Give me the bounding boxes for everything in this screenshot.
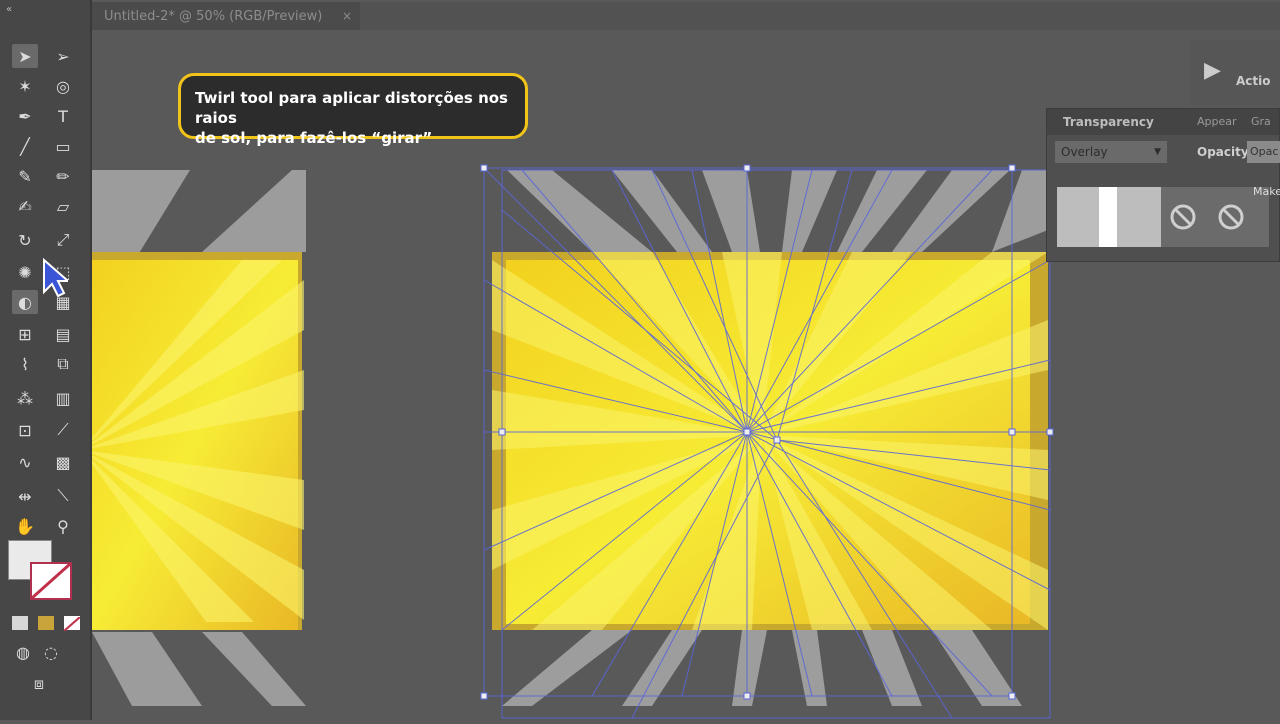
mask-thumbnails: [1057, 187, 1269, 247]
shape-builder-tool-icon[interactable]: ◐: [12, 290, 38, 314]
draw-mode-icon[interactable]: ◍: [10, 640, 36, 664]
callout-line-2: de sol, para fazê-los “girar”: [195, 129, 433, 147]
left-sunburst: [88, 252, 304, 630]
thumbnail-highlight: [1099, 187, 1117, 247]
document-title: Untitled-2* @ 50% (RGB/Preview): [104, 8, 323, 24]
blend-mode-select[interactable]: Overlay ▼: [1055, 141, 1167, 163]
direct-selection-tool-icon[interactable]: ➢: [50, 44, 76, 68]
mesh-tool-icon[interactable]: ⊞: [12, 322, 38, 346]
pencil-tool-icon[interactable]: ✏: [50, 164, 76, 188]
tab-appearance[interactable]: Appear: [1197, 115, 1237, 128]
color-mode-icon[interactable]: [12, 616, 28, 630]
cursor-icon: [43, 258, 68, 298]
screen-mode-icon[interactable]: ⧈: [26, 672, 52, 696]
magic-wand-tool-icon[interactable]: ✶: [12, 74, 38, 98]
artboard-tool-icon[interactable]: ⊡: [12, 418, 38, 442]
zoom-tool-icon[interactable]: ⚲: [50, 514, 76, 538]
selection-tool-icon[interactable]: ➤: [12, 44, 38, 68]
rectangle-tool-icon[interactable]: ▭: [50, 134, 76, 158]
collapse-icon[interactable]: «: [6, 4, 12, 15]
blob-brush-tool-icon[interactable]: ✍: [12, 194, 38, 218]
opacity-label: Opacity:: [1197, 145, 1254, 159]
draw-behind-icon[interactable]: ◌: [38, 640, 64, 664]
none-stroke-icon: [30, 562, 72, 600]
no-mask-icon: [1170, 204, 1196, 230]
type-tool-icon[interactable]: T: [50, 104, 76, 128]
eraser-tool-icon[interactable]: ▱: [50, 194, 76, 218]
blend-mode-value: Overlay: [1061, 145, 1108, 159]
gradient-tool-icon[interactable]: ▤: [50, 322, 76, 346]
tab-graphic-styles[interactable]: Gra: [1251, 115, 1271, 128]
lasso-tool-icon[interactable]: ◎: [50, 74, 76, 98]
twirl-tool-icon[interactable]: ✺: [12, 260, 38, 284]
slice-tool-icon[interactable]: ⟋: [50, 418, 76, 442]
rotate-tool-icon[interactable]: ↻: [12, 228, 38, 252]
stroke-swatch[interactable]: [30, 562, 72, 600]
blend-tool-icon[interactable]: ⧉: [50, 352, 76, 376]
tab-strip: [360, 2, 1280, 30]
tools-panel: « ➤ ➢ ✶ ◎ ✒ T ╱ ▭ ✎ ✏ ✍ ▱ ↻ ⤢ ✺ ⬚ ◐ ▦ ⊞ …: [0, 0, 92, 720]
no-mask-icon: [1218, 204, 1244, 230]
actions-tab[interactable]: Actio: [1236, 74, 1271, 88]
scale-tool-icon[interactable]: ⤢: [50, 228, 76, 252]
make-mask-button[interactable]: Make: [1253, 185, 1280, 198]
callout-line-1: Twirl tool para aplicar distorções nos r…: [195, 89, 508, 127]
symbol-sprayer-tool-icon[interactable]: ⁂: [12, 386, 38, 410]
chevron-down-icon: ▼: [1154, 147, 1161, 157]
play-icon[interactable]: ▶: [1204, 58, 1221, 83]
opacity-input[interactable]: Opac: [1247, 141, 1280, 163]
close-icon[interactable]: ×: [342, 9, 352, 23]
paintbrush-tool-icon[interactable]: ✎: [12, 164, 38, 188]
gradient-mode-icon[interactable]: [38, 616, 54, 630]
width-tool-icon[interactable]: ⇹: [12, 484, 38, 508]
tab-transparency[interactable]: Transparency: [1063, 115, 1154, 129]
actions-dock: ▶ Actio: [1190, 40, 1280, 106]
transparency-panel: Transparency Appear Gra Overlay ▼ Opacit…: [1046, 108, 1280, 262]
live-paint-tool-icon[interactable]: ▩: [50, 450, 76, 474]
pen-tool-icon[interactable]: ✒: [12, 104, 38, 128]
document-tab[interactable]: Untitled-2* @ 50% (RGB/Preview) ×: [92, 2, 360, 30]
none-mode-icon[interactable]: [63, 616, 81, 632]
line-tool-icon[interactable]: ╱: [12, 134, 38, 158]
hand-tool-icon[interactable]: ✋: [12, 514, 38, 538]
eyedropper-tool-icon[interactable]: ⌇: [12, 352, 38, 376]
knife-tool-icon[interactable]: ⟍: [50, 484, 76, 508]
tutorial-callout: Twirl tool para aplicar distorções nos r…: [178, 73, 528, 147]
panel-header: Transparency Appear Gra: [1047, 109, 1279, 135]
warp-tool-icon[interactable]: ∿: [12, 450, 38, 474]
graph-tool-icon[interactable]: ▥: [50, 386, 76, 410]
